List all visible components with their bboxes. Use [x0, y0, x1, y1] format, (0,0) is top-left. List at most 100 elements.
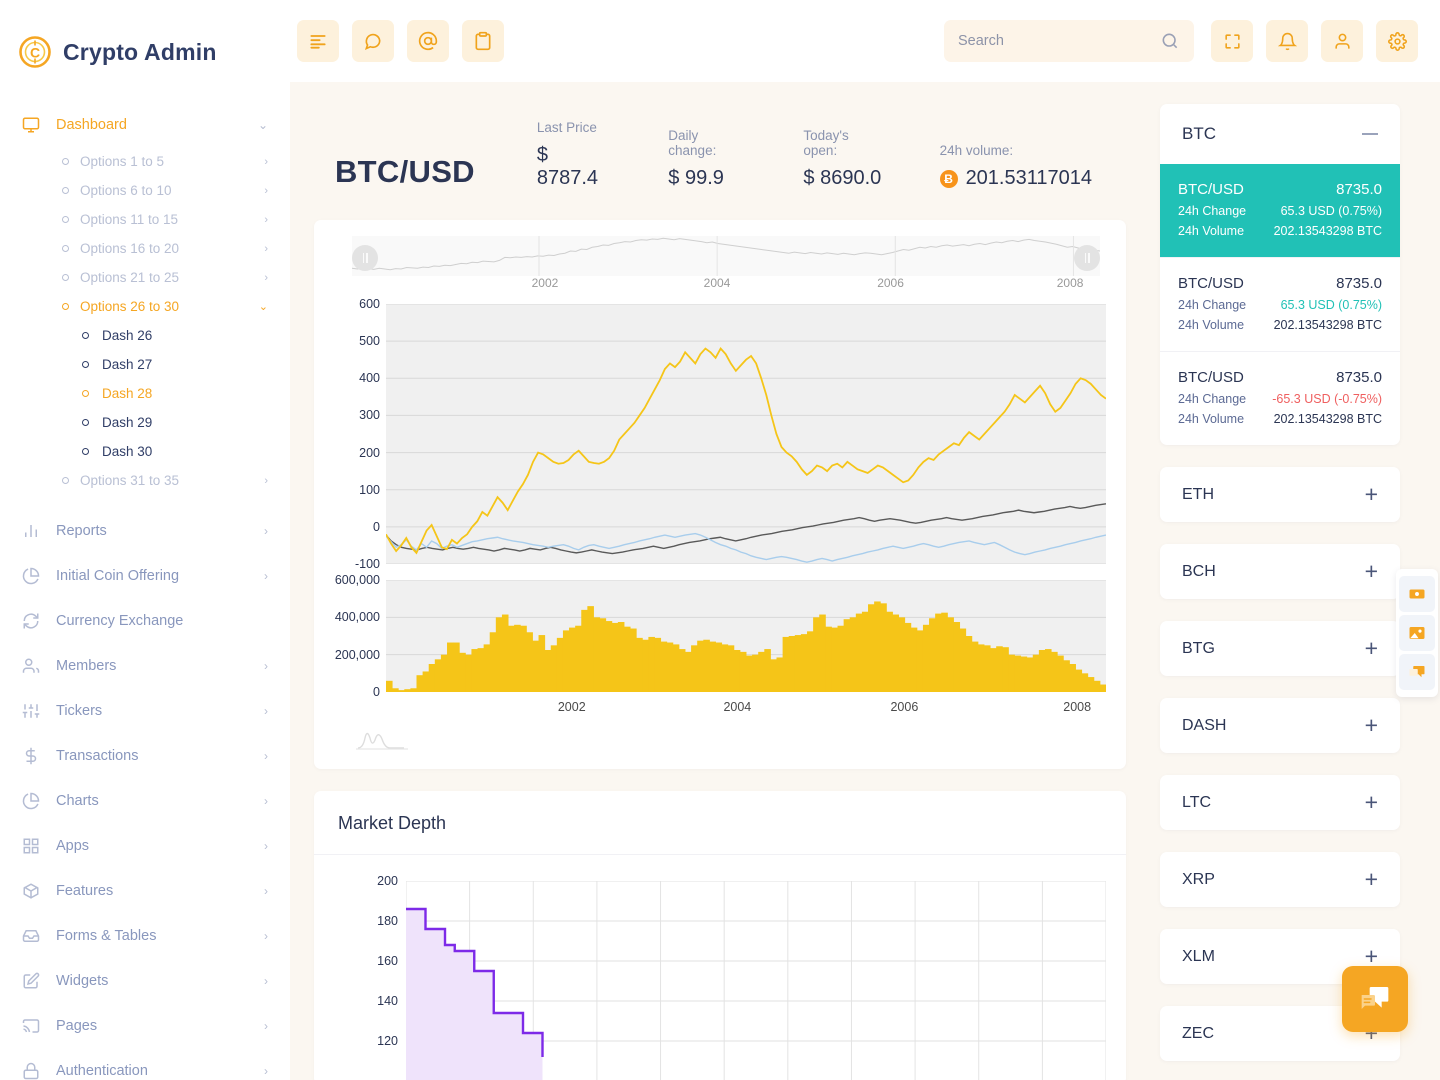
clipboard-icon[interactable]	[462, 20, 504, 62]
user-profile-icon[interactable]	[1321, 20, 1363, 62]
navigator-handle-left[interactable]	[352, 245, 378, 271]
sidebar-item-charts[interactable]: Charts ›	[0, 778, 290, 823]
quote-change-label: 24h Change	[1178, 204, 1247, 218]
navigator-x-tick: 2004	[703, 276, 731, 290]
nav-divider-gap	[0, 495, 290, 508]
sidebar-item-authentication[interactable]: Authentication ›	[0, 1048, 290, 1080]
minus-icon[interactable]	[1362, 133, 1378, 135]
quote-pair-line: BTC/USD 8735.0	[1178, 366, 1382, 389]
quote-row[interactable]: BTC/USD 8735.0 24h Change 65.3 USD (0.75…	[1160, 257, 1400, 351]
main-column: BTC/USD Last Price $ 8787.4 Daily change…	[290, 0, 1440, 1080]
coin-accordion-dash[interactable]: DASH +	[1160, 698, 1400, 753]
brand[interactable]: C Crypto Admin	[0, 0, 290, 84]
sidebar-item-forms-tables[interactable]: Forms & Tables ›	[0, 913, 290, 958]
btc-panel-title: BTC	[1182, 124, 1216, 143]
quote-change-value: 65.3 USD (0.75%)	[1280, 298, 1382, 312]
chart-range-navigator[interactable]: 2002 2004 2006 2008	[352, 236, 1100, 292]
y-axis-tick: 160	[377, 954, 398, 968]
sidebar-subitem-options-16-20[interactable]: Options 16 to 20 ›	[0, 234, 290, 263]
search-icon[interactable]	[1160, 31, 1180, 51]
sidebar-item-label: Features	[56, 882, 114, 899]
sidebar-item-initial-coin-offering[interactable]: Initial Coin Offering ›	[0, 553, 290, 598]
coin-accordion-eth[interactable]: ETH +	[1160, 467, 1400, 522]
sidebar-leaf-dash-26[interactable]: Dash 26	[0, 321, 290, 350]
coin-accordion-xrp[interactable]: XRP +	[1160, 852, 1400, 907]
sidebar-item-dashboard[interactable]: Dashboard ⌄	[0, 102, 290, 147]
plus-icon[interactable]: +	[1365, 868, 1378, 891]
sidebar-item-features[interactable]: Features ›	[0, 868, 290, 913]
sidebar-leaf-dash-28[interactable]: Dash 28	[0, 379, 290, 408]
y-axis-tick: 140	[377, 994, 398, 1008]
sidebar-item-apps[interactable]: Apps ›	[0, 823, 290, 868]
sidebar-item-currency-exchange[interactable]: Currency Exchange	[0, 598, 290, 643]
chart-reset-zoom-icon[interactable]	[356, 728, 408, 750]
sidebar-item-widgets[interactable]: Widgets ›	[0, 958, 290, 1003]
align-left-icon[interactable]	[297, 20, 339, 62]
chat-fab-icon[interactable]	[1342, 966, 1408, 1032]
chat-bubble-icon[interactable]	[352, 20, 394, 62]
quote-pair-line: BTC/USD 8735.0	[1178, 178, 1382, 201]
sidebar-subitem-options-11-15[interactable]: Options 11 to 15 ›	[0, 205, 290, 234]
bullet-icon	[78, 448, 92, 455]
at-mention-icon[interactable]	[407, 20, 449, 62]
plus-icon[interactable]: +	[1365, 714, 1378, 737]
x-axis-tick: 2006	[890, 700, 919, 714]
sidebar-leaf-dash-27[interactable]: Dash 27	[0, 350, 290, 379]
coin-accordion-btg[interactable]: BTG +	[1160, 621, 1400, 676]
quote-price: 8735.0	[1336, 181, 1382, 198]
sidebar-subitem-options-21-25[interactable]: Options 21 to 25 ›	[0, 263, 290, 292]
y-axis-tick: 400	[359, 371, 380, 386]
gear-settings-icon[interactable]	[1376, 20, 1418, 62]
sidebar-subitem-options-31-35[interactable]: Options 31 to 35 ›	[0, 466, 290, 495]
plus-icon[interactable]: +	[1365, 637, 1378, 660]
plus-icon[interactable]: +	[1365, 791, 1378, 814]
sidebar-item-transactions[interactable]: Transactions ›	[0, 733, 290, 778]
coin-symbol: XLM	[1182, 947, 1215, 965]
btc-panel-header[interactable]: BTC	[1160, 104, 1400, 164]
bullet-icon	[58, 274, 72, 281]
navigator-x-tick: 2006	[877, 276, 904, 290]
sidebar-subitem-options-1-5[interactable]: Options 1 to 5 ›	[0, 147, 290, 176]
sidebar-item-pages[interactable]: Pages ›	[0, 1003, 290, 1048]
y-axis-tick: 400,000	[334, 610, 380, 625]
pie-chart-icon	[22, 567, 44, 585]
coin-accordion-bch[interactable]: BCH +	[1160, 544, 1400, 599]
sidebar-item-label: Pages	[56, 1017, 98, 1034]
sidebar-item-reports[interactable]: Reports ›	[0, 508, 290, 553]
card-capture-icon[interactable]	[1399, 576, 1435, 612]
chevron-right-icon: ›	[264, 213, 268, 226]
sidebar-leaf-dash-30[interactable]: Dash 30	[0, 437, 290, 466]
sidebar-leaf-label: Dash 26	[102, 328, 153, 343]
chevron-right-icon: ›	[264, 748, 268, 763]
sidebar-subitem-label: Options 1 to 5	[80, 154, 165, 169]
plus-icon[interactable]: +	[1365, 483, 1378, 506]
chat-stack-icon[interactable]	[1399, 654, 1435, 690]
search-box[interactable]	[944, 20, 1194, 62]
search-input[interactable]	[958, 33, 1160, 49]
stat-label: Daily change:	[668, 128, 717, 158]
grid-apps-icon	[22, 837, 44, 855]
bell-notification-icon[interactable]	[1266, 20, 1308, 62]
plus-icon[interactable]: +	[1365, 560, 1378, 583]
plus-icon[interactable]: +	[1365, 945, 1378, 968]
image-icon[interactable]	[1399, 615, 1435, 651]
sidebar-item-members[interactable]: Members ›	[0, 643, 290, 688]
sidebar-subitem-options-26-30[interactable]: Options 26 to 30 ⌄	[0, 292, 290, 321]
quote-pair-label: BTC/USD	[1178, 369, 1244, 386]
quote-row[interactable]: BTC/USD 8735.0 24h Change 65.3 USD (0.75…	[1160, 164, 1400, 257]
content-area: BTC/USD Last Price $ 8787.4 Daily change…	[290, 82, 1440, 1080]
sidebar-item-label: Widgets	[56, 972, 109, 989]
navigator-handle-right[interactable]	[1074, 245, 1100, 271]
sidebar-subitem-options-6-10[interactable]: Options 6 to 10 ›	[0, 176, 290, 205]
quote-change-value: -65.3 USD (-0.75%)	[1272, 392, 1382, 406]
sidebar-item-tickers[interactable]: Tickers ›	[0, 688, 290, 733]
fullscreen-icon[interactable]	[1211, 20, 1253, 62]
sidebar-leaf-dash-29[interactable]: Dash 29	[0, 408, 290, 437]
sidebar-item-label: Transactions	[56, 747, 139, 764]
stat-24h-volume: 24h volume: Ƀ 201.53117014	[939, 143, 1092, 190]
quote-row[interactable]: BTC/USD 8735.0 24h Change -65.3 USD (-0.…	[1160, 351, 1400, 445]
svg-text:C: C	[30, 45, 40, 61]
left-column: BTC/USD Last Price $ 8787.4 Daily change…	[290, 82, 1150, 1080]
sidebar-item-label: Reports	[56, 522, 107, 539]
coin-accordion-ltc[interactable]: LTC +	[1160, 775, 1400, 830]
